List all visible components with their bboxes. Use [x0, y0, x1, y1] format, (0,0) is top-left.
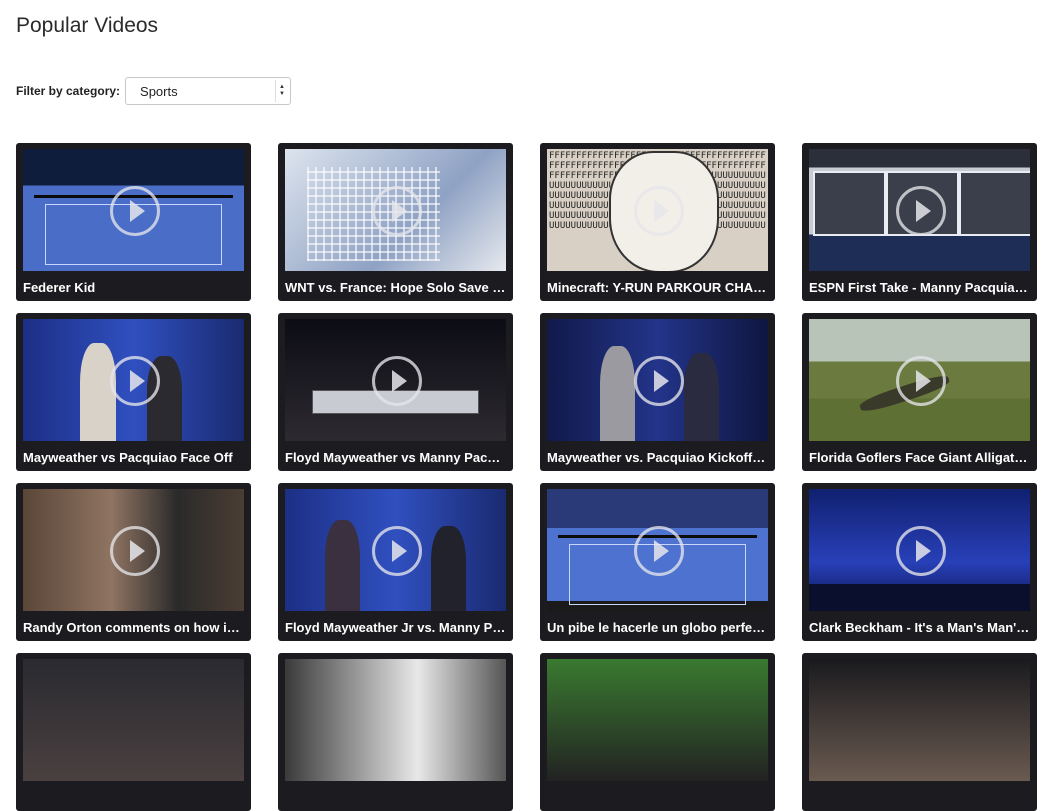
video-grid: Federer Kid WNT vs. France: Hope Solo Sa…: [16, 143, 1037, 811]
video-title: Randy Orton comments on how it f...: [23, 620, 244, 635]
video-card[interactable]: FFFFFFFFFFFFFFFFFFFFFFFFFFFFFFFFFFFFFFFF…: [540, 143, 775, 301]
category-filter: Filter by category: Sports ▲ ▼: [16, 76, 292, 106]
video-title: WNT vs. France: Hope Solo Save - ...: [285, 280, 506, 295]
video-card[interactable]: Clark Beckham - It's a Man's Man's ...: [802, 483, 1037, 641]
video-thumbnail: FFFFFFFFFFFFFFFFFFFFFFFFFFFFFFFFFFFFFFFF…: [547, 149, 768, 271]
video-card[interactable]: Florida Goflers Face Giant Alligator ...: [802, 313, 1037, 471]
video-thumbnail: [809, 489, 1030, 611]
video-thumbnail: [547, 489, 768, 611]
video-thumbnail: [285, 319, 506, 441]
video-thumbnail: [23, 149, 244, 271]
video-thumbnail: [547, 319, 768, 441]
page-title: Popular Videos: [16, 14, 159, 37]
video-title: Florida Goflers Face Giant Alligator ...: [809, 450, 1030, 465]
video-card[interactable]: Mayweather vs Pacquiao Face Off: [16, 313, 251, 471]
video-card[interactable]: ESPN First Take - Manny Pacquiao ...: [802, 143, 1037, 301]
category-select-value: Sports: [140, 83, 178, 99]
video-card[interactable]: [16, 653, 251, 811]
video-thumbnail: [285, 149, 506, 271]
video-thumbnail: [809, 319, 1030, 441]
video-title: Floyd Mayweather vs Manny Pacqu...: [285, 450, 506, 465]
video-thumbnail: [23, 489, 244, 611]
play-icon: [895, 186, 946, 236]
video-title: Mayweather vs. Pacquiao Kickoff P...: [547, 450, 768, 465]
video-card[interactable]: [802, 653, 1037, 811]
video-card[interactable]: Floyd Mayweather vs Manny Pacqu...: [278, 313, 513, 471]
play-icon: [895, 526, 946, 576]
video-thumbnail: [809, 659, 1030, 781]
video-title: Minecraft: Y-RUN PARKOUR CHAL...: [547, 280, 768, 295]
category-select[interactable]: Sports ▲ ▼: [125, 77, 292, 105]
video-card[interactable]: Federer Kid: [16, 143, 251, 301]
play-icon: [109, 186, 160, 236]
video-card[interactable]: Mayweather vs. Pacquiao Kickoff P...: [540, 313, 775, 471]
chevron-up-down-icon: ▲ ▼: [275, 80, 288, 102]
play-icon: [633, 526, 684, 576]
video-thumbnail: [809, 149, 1030, 271]
video-title: Un pibe le hacerle un globo perfect...: [547, 620, 768, 635]
video-thumbnail: [285, 489, 506, 611]
video-card[interactable]: [540, 653, 775, 811]
video-title: Clark Beckham - It's a Man's Man's ...: [809, 620, 1030, 635]
video-thumbnail: [23, 659, 244, 781]
play-icon: [371, 526, 422, 576]
video-title: ESPN First Take - Manny Pacquiao ...: [809, 280, 1030, 295]
filter-label: Filter by category:: [16, 84, 121, 98]
video-thumbnail: [285, 659, 506, 781]
play-icon: [109, 526, 160, 576]
video-thumbnail: [547, 659, 768, 781]
video-title: Federer Kid: [23, 280, 96, 295]
play-icon: [895, 356, 946, 406]
play-icon: [371, 356, 422, 406]
play-icon: [633, 356, 684, 406]
play-icon: [109, 356, 160, 406]
video-card[interactable]: Randy Orton comments on how it f...: [16, 483, 251, 641]
play-icon: [371, 186, 422, 236]
video-title: Floyd Mayweather Jr vs. Manny Pa...: [285, 620, 506, 635]
video-title: Mayweather vs Pacquiao Face Off: [23, 450, 233, 465]
play-icon: [633, 186, 684, 236]
video-thumbnail: [23, 319, 244, 441]
video-card[interactable]: Floyd Mayweather Jr vs. Manny Pa...: [278, 483, 513, 641]
video-card[interactable]: Un pibe le hacerle un globo perfect...: [540, 483, 775, 641]
video-card[interactable]: [278, 653, 513, 811]
video-card[interactable]: WNT vs. France: Hope Solo Save - ...: [278, 143, 513, 301]
